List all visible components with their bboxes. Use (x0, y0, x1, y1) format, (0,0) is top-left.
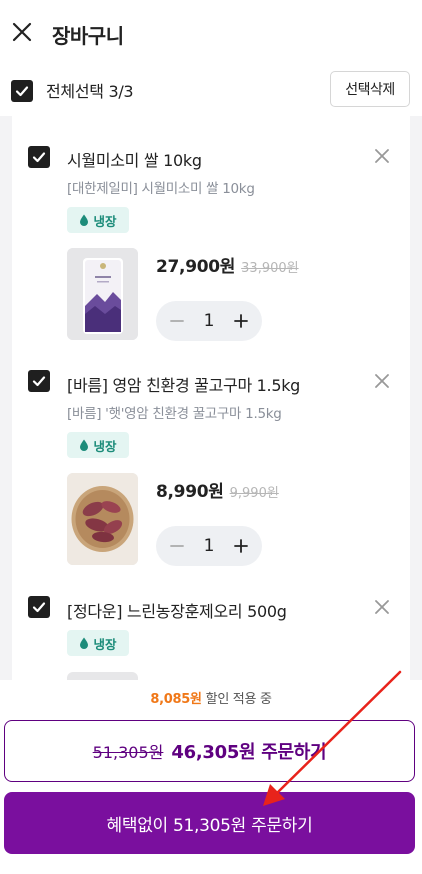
badge-label: 냉장 (93, 213, 117, 229)
select-all-label: 전체선택 3/3 (46, 82, 134, 101)
page-title: 장바구니 (52, 24, 124, 48)
badge-label: 냉장 (93, 438, 117, 454)
benefit-order-label: 46,305원 주문하기 (171, 742, 327, 763)
quantity-value: 1 (203, 536, 215, 556)
storage-badge: 냉장 (67, 432, 129, 458)
remove-item-icon[interactable] (370, 144, 394, 168)
discount-text: 할인 적용 중 (205, 692, 272, 707)
water-drop-icon (80, 214, 89, 226)
minus-icon[interactable] (166, 310, 188, 332)
product-image-rice[interactable] (67, 248, 138, 340)
item-name: [정다운] 느린농장훈제오리 500g (67, 602, 287, 621)
remove-item-icon[interactable] (370, 369, 394, 393)
select-all-bar: 전체선택 3/3 선택삭제 (0, 64, 422, 116)
check-icon (32, 376, 46, 387)
benefit-original-total: 51,305원 (92, 743, 164, 762)
order-footer: 8,085원 할인 적용 중 51,305원 46,305원 주문하기 혜택없이 … (0, 680, 422, 874)
badge-label: 냉장 (93, 636, 117, 652)
item-price: 27,900원 33,900원 (156, 252, 299, 277)
water-drop-icon (80, 439, 89, 451)
plus-icon[interactable] (230, 310, 252, 332)
quantity-stepper: 1 (156, 301, 262, 341)
close-icon[interactable] (8, 18, 36, 46)
nobenefit-order-label: 혜택없이 51,305원 주문하기 (106, 815, 313, 836)
original-price: 9,990원 (229, 486, 279, 501)
check-icon (15, 86, 29, 97)
item-checkbox[interactable] (28, 370, 50, 392)
quantity-stepper: 1 (156, 526, 262, 566)
cart-item-list: 시월미소미 쌀 10kg [대한제일미] 시월미소미 쌀 10kg 냉장 27,… (0, 116, 422, 680)
minus-icon[interactable] (166, 535, 188, 557)
cart-item: [바름] 영암 친환경 꿀고구마 1.5kg [바름] '햇'영암 친환경 꿀고… (12, 354, 410, 580)
storage-badge: 냉장 (67, 207, 129, 233)
item-price: 8,990원 9,990원 (156, 477, 279, 502)
delete-selected-button[interactable]: 선택삭제 (330, 71, 410, 107)
select-all-checkbox[interactable] (11, 80, 33, 102)
storage-badge: 냉장 (67, 630, 129, 656)
water-drop-icon (80, 637, 89, 649)
order-with-benefit-button[interactable]: 51,305원 46,305원 주문하기 (4, 720, 415, 782)
remove-item-icon[interactable] (370, 595, 394, 619)
product-image-sweet-potato[interactable] (67, 473, 138, 565)
item-checkbox[interactable] (28, 146, 50, 168)
original-price: 33,900원 (241, 261, 299, 276)
discount-amount: 8,085원 (150, 692, 202, 707)
cart-item: 시월미소미 쌀 10kg [대한제일미] 시월미소미 쌀 10kg 냉장 27,… (12, 116, 410, 354)
header: 장바구니 (0, 0, 422, 64)
item-name: 시월미소미 쌀 10kg (67, 151, 202, 170)
item-subtitle: [대한제일미] 시월미소미 쌀 10kg (67, 181, 255, 197)
order-without-benefit-button[interactable]: 혜택없이 51,305원 주문하기 (4, 792, 415, 854)
plus-icon[interactable] (230, 535, 252, 557)
item-name: [바름] 영암 친환경 꿀고구마 1.5kg (67, 376, 301, 395)
product-image-duck[interactable] (67, 672, 138, 680)
quantity-value: 1 (203, 311, 215, 331)
check-icon (32, 152, 46, 163)
check-icon (32, 602, 46, 613)
current-price: 8,990원 (156, 482, 224, 502)
item-subtitle: [바름] '햇'영암 친환경 꿀고구마 1.5kg (67, 406, 282, 422)
cart-item: [정다운] 느린농장훈제오리 500g 냉장 (12, 580, 410, 680)
discount-notice: 8,085원 할인 적용 중 (0, 688, 422, 707)
current-price: 27,900원 (156, 257, 236, 277)
item-checkbox[interactable] (28, 596, 50, 618)
